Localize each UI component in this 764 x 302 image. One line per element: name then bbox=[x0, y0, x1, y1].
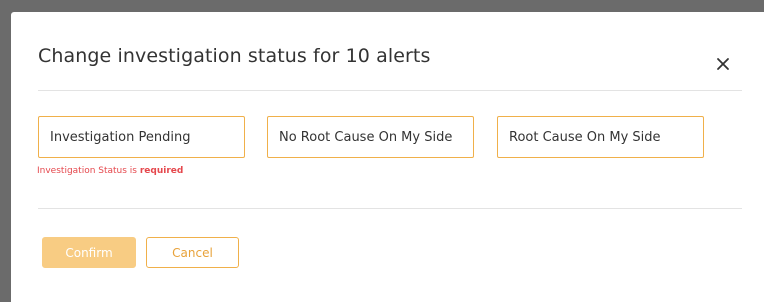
header-divider bbox=[38, 90, 742, 91]
status-option-label: No Root Cause On My Side bbox=[279, 129, 453, 145]
close-icon[interactable] bbox=[711, 52, 735, 76]
confirm-button[interactable]: Confirm bbox=[42, 237, 136, 268]
validation-error-emphasis: required bbox=[139, 166, 184, 176]
status-option-label: Root Cause On My Side bbox=[509, 129, 661, 145]
status-option-root-cause[interactable]: Root Cause On My Side bbox=[497, 116, 704, 158]
confirm-button-label: Confirm bbox=[65, 245, 113, 260]
status-option-no-root-cause[interactable]: No Root Cause On My Side bbox=[267, 116, 474, 158]
status-option-label: Investigation Pending bbox=[50, 129, 191, 145]
cancel-button[interactable]: Cancel bbox=[146, 237, 239, 268]
validation-error-text: Investigation Status is bbox=[37, 166, 140, 176]
cancel-button-label: Cancel bbox=[172, 245, 213, 260]
dialog-title: Change investigation status for 10 alert… bbox=[38, 45, 431, 67]
change-status-dialog: Change investigation status for 10 alert… bbox=[11, 12, 764, 302]
footer-divider bbox=[38, 208, 742, 209]
validation-error: Investigation Status is required bbox=[37, 166, 183, 176]
status-option-investigation-pending[interactable]: Investigation Pending bbox=[38, 116, 245, 158]
